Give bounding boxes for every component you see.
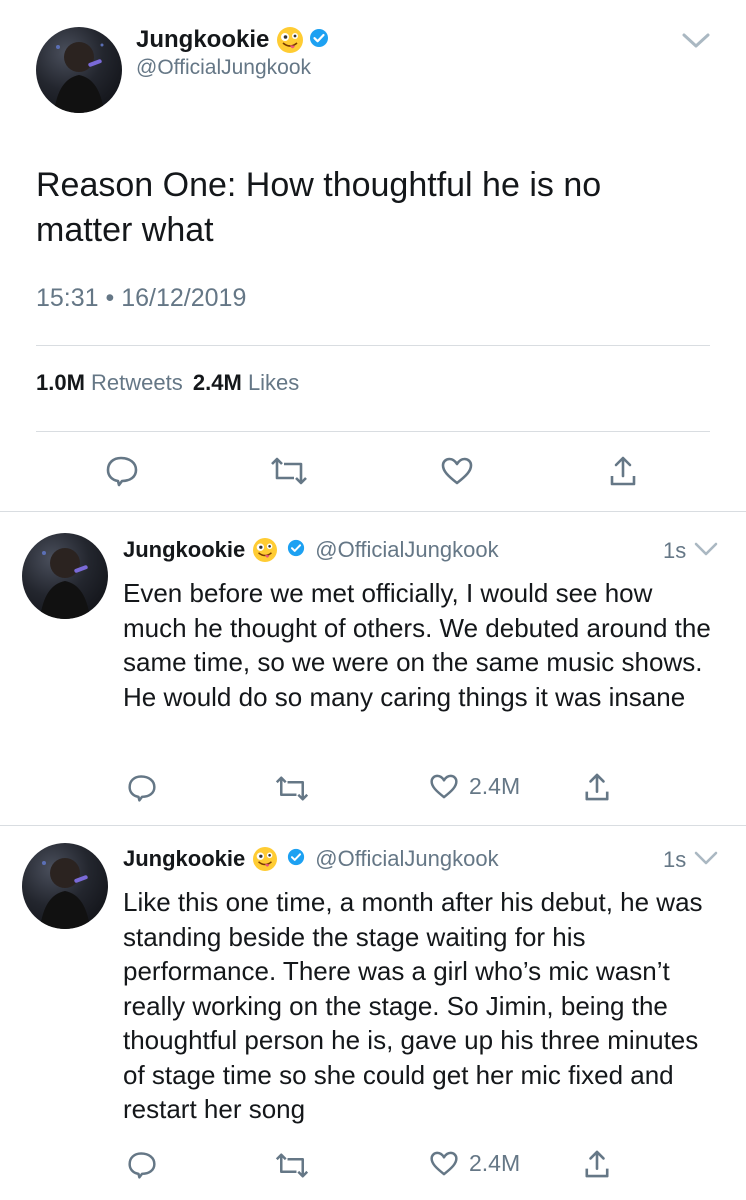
retweet-count: 1.0M (36, 370, 85, 395)
timestamp-separator: • (105, 284, 115, 312)
zany-face-emoji-icon (253, 538, 278, 562)
like-count: 2.4M (469, 1150, 521, 1176)
like-button[interactable]: 2.4M (429, 773, 520, 800)
retweets-label: Retweets (91, 370, 183, 395)
avatar-photo (54, 42, 104, 113)
avatar-photo (40, 858, 90, 929)
tweet-age: 1s (663, 847, 687, 872)
avatar[interactable] (36, 27, 122, 113)
display-name[interactable]: Jungkookie (123, 846, 245, 872)
tweet-text: Even before we met officially, I would s… (123, 578, 711, 712)
like-icon[interactable] (440, 456, 474, 486)
avatar[interactable] (22, 843, 108, 929)
engagement-stats: 1.0M Retweets 2.4M Likes (36, 370, 299, 396)
chevron-down-icon[interactable] (694, 851, 718, 866)
zany-face-emoji-icon (277, 27, 304, 53)
like-icon (430, 1151, 458, 1176)
divider (36, 345, 710, 346)
tweet-text: Like this one time, a month after his de… (123, 887, 703, 1124)
display-name[interactable]: Jungkookie (123, 537, 245, 563)
verified-badge-icon (309, 28, 329, 53)
avatar[interactable] (22, 533, 108, 619)
divider (36, 431, 710, 432)
display-name[interactable]: Jungkookie (136, 26, 269, 54)
retweet-stat[interactable]: 1.0M Retweets (36, 370, 189, 395)
verified-badge-icon (287, 537, 305, 563)
like-icon (430, 774, 458, 799)
avatar-photo (40, 548, 90, 619)
handle[interactable]: @OfficialJungkook (136, 56, 311, 80)
reply-icon[interactable] (127, 773, 157, 803)
retweet-icon[interactable] (275, 1152, 309, 1179)
likes-label: Likes (247, 370, 300, 395)
tweet-timestamp: 15:31 • 16/12/2019 (36, 284, 246, 313)
retweet-icon[interactable] (275, 775, 309, 802)
chevron-down-icon[interactable] (681, 32, 711, 50)
tweet-date: 16/12/2019 (121, 284, 247, 312)
share-icon[interactable] (584, 772, 610, 802)
share-icon[interactable] (584, 1149, 610, 1179)
verified-badge-icon (287, 846, 305, 872)
likes-stat[interactable]: 2.4M Likes (193, 370, 299, 395)
like-count: 2.4M (192, 370, 242, 395)
divider (0, 511, 746, 512)
like-button[interactable]: 2.4M (429, 1150, 520, 1177)
chevron-down-icon[interactable] (694, 542, 718, 557)
reply-icon[interactable] (105, 455, 139, 487)
zany-face-emoji-icon (253, 847, 278, 871)
share-icon[interactable] (609, 455, 637, 487)
handle[interactable]: @OfficialJungkook (315, 846, 498, 872)
tweet-age: 1s (663, 538, 687, 563)
retweet-icon[interactable] (270, 456, 308, 486)
tweet-text: Reason One: How thoughtful he is no matt… (36, 166, 602, 249)
reply-icon[interactable] (127, 1150, 157, 1180)
divider (0, 825, 746, 826)
handle[interactable]: @OfficialJungkook (315, 537, 498, 563)
like-count: 2.4M (469, 773, 521, 799)
tweet-time: 15:31 (36, 284, 99, 312)
